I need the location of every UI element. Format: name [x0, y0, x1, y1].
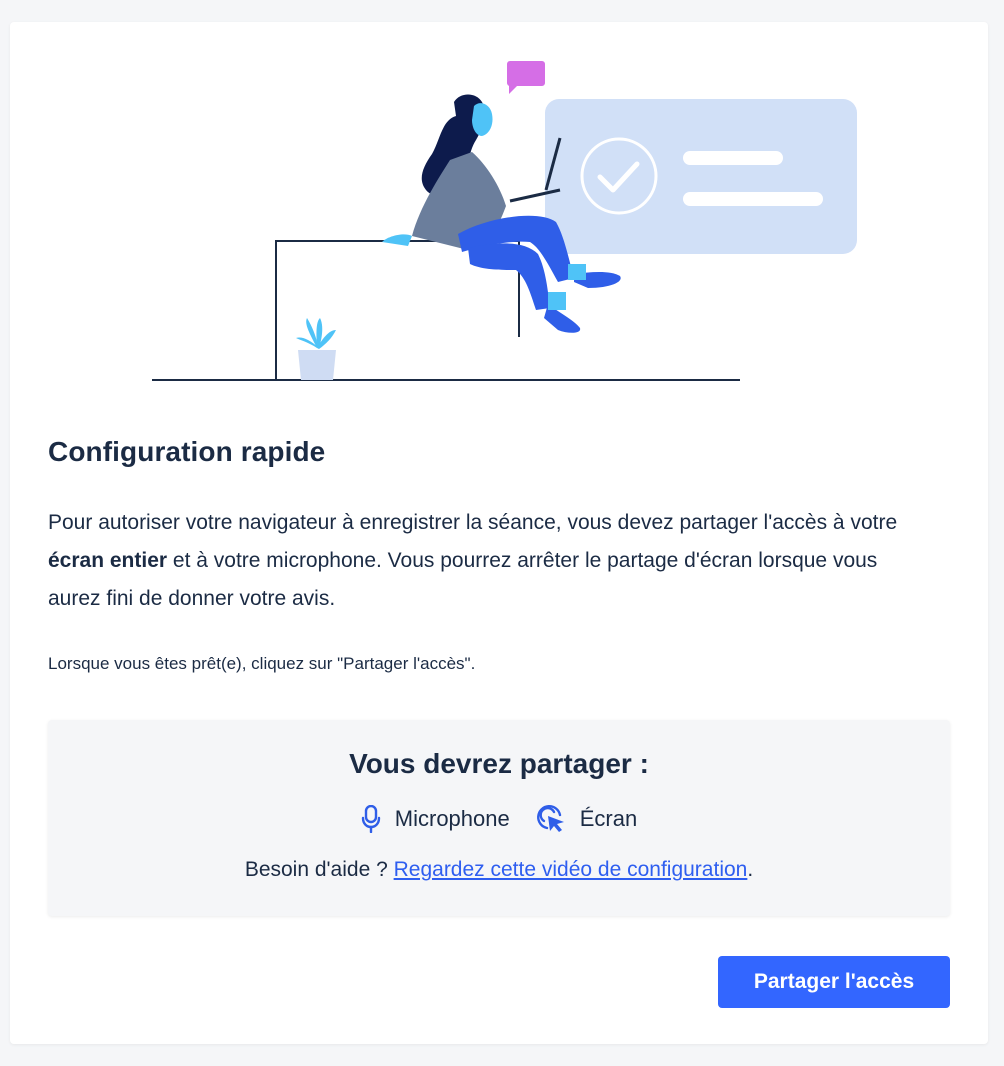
ready-instruction: Lorsque vous êtes prêt(e), cliquez sur "… [48, 654, 476, 673]
share-item-microphone-label: Microphone [394, 806, 510, 831]
intro-text: Pour autoriser votre navigateur à enregi… [48, 504, 928, 618]
speech-bubble-icon [507, 61, 545, 94]
share-item-microphone: Microphone [361, 805, 510, 833]
plant-icon [296, 318, 336, 380]
help-prefix: Besoin d'aide ? [244, 858, 394, 881]
share-item-screen: Écran [536, 804, 637, 834]
share-items: Microphone Écran [48, 804, 950, 834]
help-suffix: . [747, 858, 754, 881]
screen-cursor-icon [536, 805, 564, 832]
setup-card: Configuration rapide Pour autoriser votr… [10, 22, 988, 1044]
illustration [152, 61, 857, 381]
share-box-title: Vous devrez partager : [349, 748, 649, 779]
help-text: Besoin d'aide ? Regardez cette vidéo de … [48, 858, 950, 882]
share-access-button[interactable]: Partager l'accès [718, 956, 950, 1008]
checklist-card [545, 99, 857, 254]
intro-text-part1: Pour autoriser votre navigateur à enregi… [48, 511, 898, 534]
intro-text-bold: écran entier [48, 549, 168, 572]
setup-video-link[interactable]: Regardez cette vidéo de configuration [394, 858, 748, 881]
share-item-screen-label: Écran [579, 806, 638, 831]
microphone-icon [361, 805, 380, 833]
share-requirements-box: Vous devrez partager : Microphone Écran [48, 720, 950, 916]
page-title: Configuration rapide [48, 436, 326, 467]
intro-text-part2: et à votre microphone. Vous pourrez arrê… [48, 549, 878, 610]
